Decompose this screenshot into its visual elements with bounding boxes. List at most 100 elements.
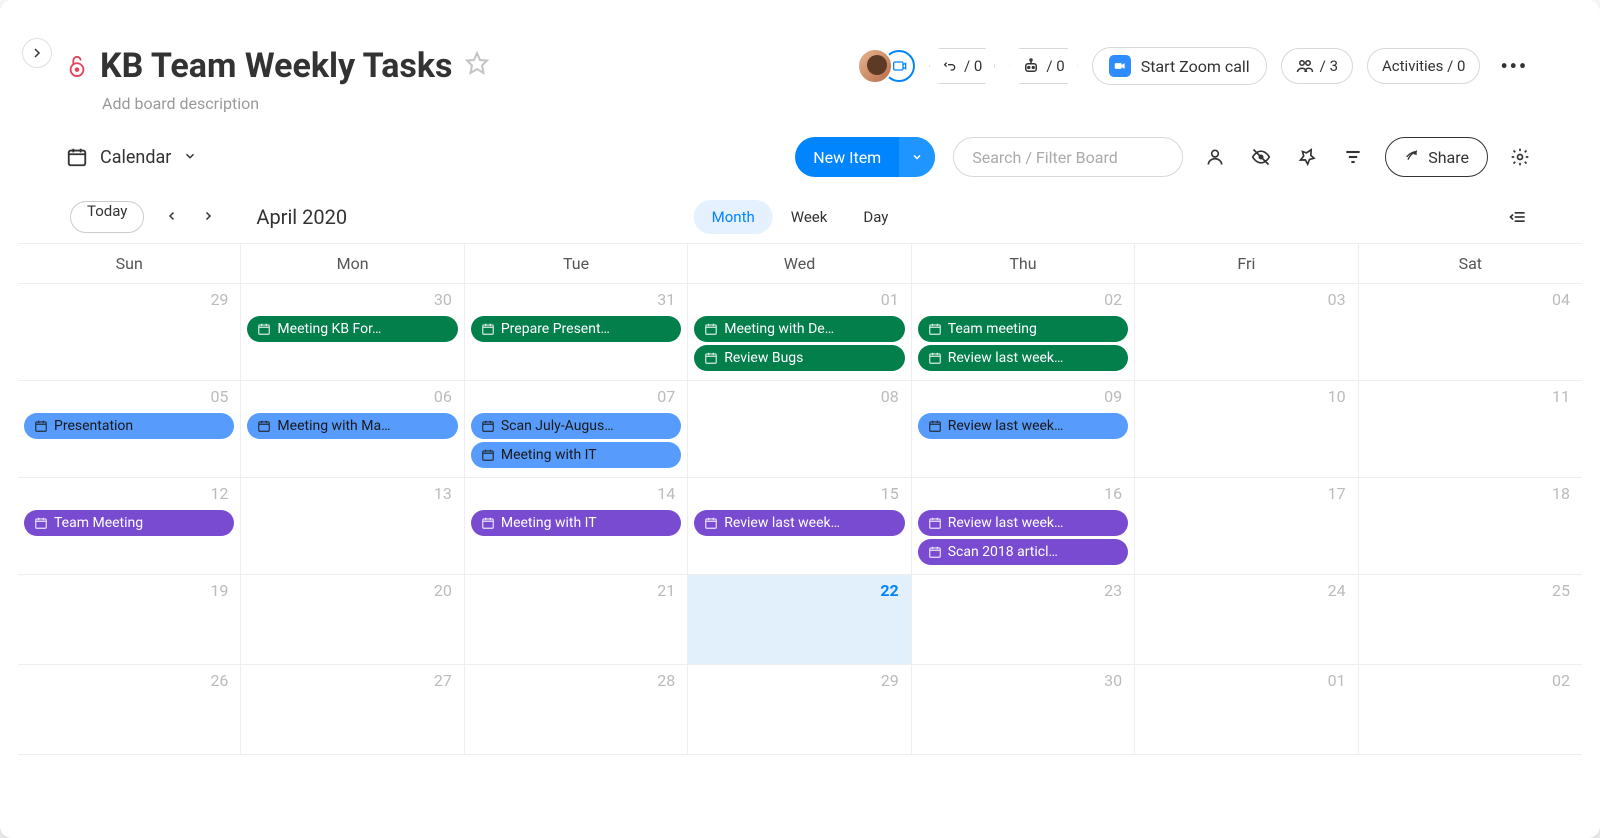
next-month-button[interactable] bbox=[202, 208, 214, 227]
settings-gear-icon[interactable] bbox=[1506, 143, 1534, 171]
person-filter-icon[interactable] bbox=[1201, 143, 1229, 171]
calendar-month-label: April 2020 bbox=[256, 205, 347, 229]
calendar-event[interactable]: Meeting KB For… bbox=[247, 316, 457, 342]
calendar-day-cell[interactable]: 07Scan July-Augus…Meeting with IT bbox=[465, 381, 688, 478]
calendar-day-cell[interactable]: 01 bbox=[1135, 665, 1358, 755]
calendar-day-cell[interactable]: 15Review last week… bbox=[688, 478, 911, 575]
members-button[interactable]: / 3 bbox=[1281, 48, 1353, 84]
user-avatar bbox=[857, 48, 893, 84]
day-number: 17 bbox=[1141, 482, 1351, 507]
calendar-day-cell[interactable]: 09 Review last week… bbox=[912, 381, 1135, 478]
calendar-day-cell[interactable]: 21 bbox=[465, 575, 688, 665]
calendar-day-cell[interactable]: 29 bbox=[688, 665, 911, 755]
day-number: 22 bbox=[694, 579, 904, 604]
calendar-event[interactable]: Review Bugs bbox=[694, 345, 904, 371]
start-zoom-button[interactable]: Start Zoom call bbox=[1092, 47, 1267, 85]
integrations-button[interactable]: / 0 bbox=[929, 48, 995, 84]
members-count: / 3 bbox=[1320, 57, 1338, 75]
view-name[interactable]: Calendar bbox=[100, 147, 171, 168]
calendar-event[interactable]: Meeting with IT bbox=[471, 442, 681, 468]
calendar-event[interactable]: Team meeting bbox=[918, 316, 1128, 342]
calendar-event[interactable]: Team Meeting bbox=[24, 510, 234, 536]
view-dropdown-icon[interactable] bbox=[183, 147, 197, 168]
calendar-event[interactable]: Meeting with IT bbox=[471, 510, 681, 536]
calendar-day-cell[interactable]: 17 bbox=[1135, 478, 1358, 575]
integrations-count: / 0 bbox=[964, 57, 982, 75]
calendar-day-cell[interactable]: 12 Team Meeting bbox=[18, 478, 241, 575]
calendar-day-cell[interactable]: 30Meeting KB For… bbox=[241, 284, 464, 381]
calendar-day-cell[interactable]: 03 bbox=[1135, 284, 1358, 381]
search-input[interactable]: Search / Filter Board bbox=[953, 137, 1183, 177]
calendar-day-cell[interactable]: 30 bbox=[912, 665, 1135, 755]
day-of-week-header: Mon bbox=[241, 244, 464, 284]
lock-icon bbox=[66, 53, 88, 79]
calendar-day-cell[interactable]: 25 bbox=[1359, 575, 1582, 665]
calendar-event[interactable]: Scan 2018 articl… bbox=[918, 539, 1128, 565]
calendar-day-cell[interactable]: 06Meeting with Ma… bbox=[241, 381, 464, 478]
board-description[interactable]: Add board description bbox=[102, 94, 1534, 113]
calendar-day-cell[interactable]: 26 bbox=[18, 665, 241, 755]
pin-icon[interactable] bbox=[1293, 143, 1321, 171]
calendar-day-cell[interactable]: 13 bbox=[241, 478, 464, 575]
day-number: 14 bbox=[471, 482, 681, 507]
calendar-event[interactable]: Review last week… bbox=[918, 413, 1128, 439]
calendar-day-cell[interactable]: 14 Meeting with IT bbox=[465, 478, 688, 575]
board-members-avatars[interactable] bbox=[857, 48, 915, 84]
calendar-event[interactable]: Prepare Present… bbox=[471, 316, 681, 342]
day-number: 28 bbox=[471, 669, 681, 694]
event-label: Meeting with IT bbox=[501, 515, 597, 531]
activities-label: Activities / 0 bbox=[1382, 57, 1465, 75]
calendar-day-cell[interactable]: 19 bbox=[18, 575, 241, 665]
calendar-day-cell[interactable]: 31Prepare Present… bbox=[465, 284, 688, 381]
calendar-event[interactable]: Review last week… bbox=[918, 345, 1128, 371]
new-item-button[interactable]: New Item bbox=[795, 137, 935, 177]
view-week-tab[interactable]: Week bbox=[773, 200, 846, 234]
calendar-day-cell[interactable]: 02 bbox=[1359, 665, 1582, 755]
day-number: 09 bbox=[918, 385, 1128, 410]
calendar-day-cell[interactable]: 01Meeting with De…Review Bugs bbox=[688, 284, 911, 381]
calendar-event[interactable]: Review last week… bbox=[694, 510, 904, 536]
view-month-tab[interactable]: Month bbox=[694, 200, 773, 234]
collapse-panel-icon[interactable] bbox=[1504, 203, 1532, 231]
prev-month-button[interactable] bbox=[166, 208, 178, 227]
day-number: 26 bbox=[24, 669, 234, 694]
board-title[interactable]: KB Team Weekly Tasks bbox=[100, 46, 453, 86]
new-item-label: New Item bbox=[795, 148, 899, 167]
more-menu-button[interactable]: ••• bbox=[1494, 54, 1534, 78]
calendar-day-cell[interactable]: 11 bbox=[1359, 381, 1582, 478]
calendar-day-cell[interactable]: 29 bbox=[18, 284, 241, 381]
day-number: 05 bbox=[24, 385, 234, 410]
calendar-event[interactable]: Presentation bbox=[24, 413, 234, 439]
day-number: 04 bbox=[1365, 288, 1576, 313]
day-number: 12 bbox=[24, 482, 234, 507]
new-item-dropdown-icon[interactable] bbox=[899, 137, 935, 177]
favorite-star-icon[interactable] bbox=[465, 51, 489, 82]
day-number: 02 bbox=[918, 288, 1128, 313]
calendar-day-cell[interactable]: 18 bbox=[1359, 478, 1582, 575]
calendar-day-cell[interactable]: 02 Team meeting Review last week… bbox=[912, 284, 1135, 381]
calendar-day-cell[interactable]: 16Review last week…Scan 2018 articl… bbox=[912, 478, 1135, 575]
calendar-day-cell[interactable]: 10 bbox=[1135, 381, 1358, 478]
automations-button[interactable]: / 0 bbox=[1009, 48, 1077, 84]
calendar-day-cell[interactable]: 08 bbox=[688, 381, 911, 478]
calendar-event[interactable]: Scan July-Augus… bbox=[471, 413, 681, 439]
share-button[interactable]: Share bbox=[1385, 137, 1488, 177]
calendar-day-cell[interactable]: 22 bbox=[688, 575, 911, 665]
calendar-event[interactable]: Meeting with Ma… bbox=[247, 413, 457, 439]
calendar-day-cell[interactable]: 04 bbox=[1359, 284, 1582, 381]
calendar-day-cell[interactable]: 05 Presentation bbox=[18, 381, 241, 478]
calendar-day-cell[interactable]: 20 bbox=[241, 575, 464, 665]
calendar-event[interactable]: Meeting with De… bbox=[694, 316, 904, 342]
today-button[interactable]: Today bbox=[70, 201, 144, 233]
sort-icon[interactable] bbox=[1339, 143, 1367, 171]
day-number: 23 bbox=[918, 579, 1128, 604]
hide-icon[interactable] bbox=[1247, 143, 1275, 171]
activities-button[interactable]: Activities / 0 bbox=[1367, 48, 1480, 84]
expand-sidebar-button[interactable] bbox=[22, 38, 52, 68]
calendar-day-cell[interactable]: 24 bbox=[1135, 575, 1358, 665]
calendar-day-cell[interactable]: 28 bbox=[465, 665, 688, 755]
calendar-day-cell[interactable]: 23 bbox=[912, 575, 1135, 665]
view-day-tab[interactable]: Day bbox=[845, 200, 906, 234]
calendar-event[interactable]: Review last week… bbox=[918, 510, 1128, 536]
calendar-day-cell[interactable]: 27 bbox=[241, 665, 464, 755]
